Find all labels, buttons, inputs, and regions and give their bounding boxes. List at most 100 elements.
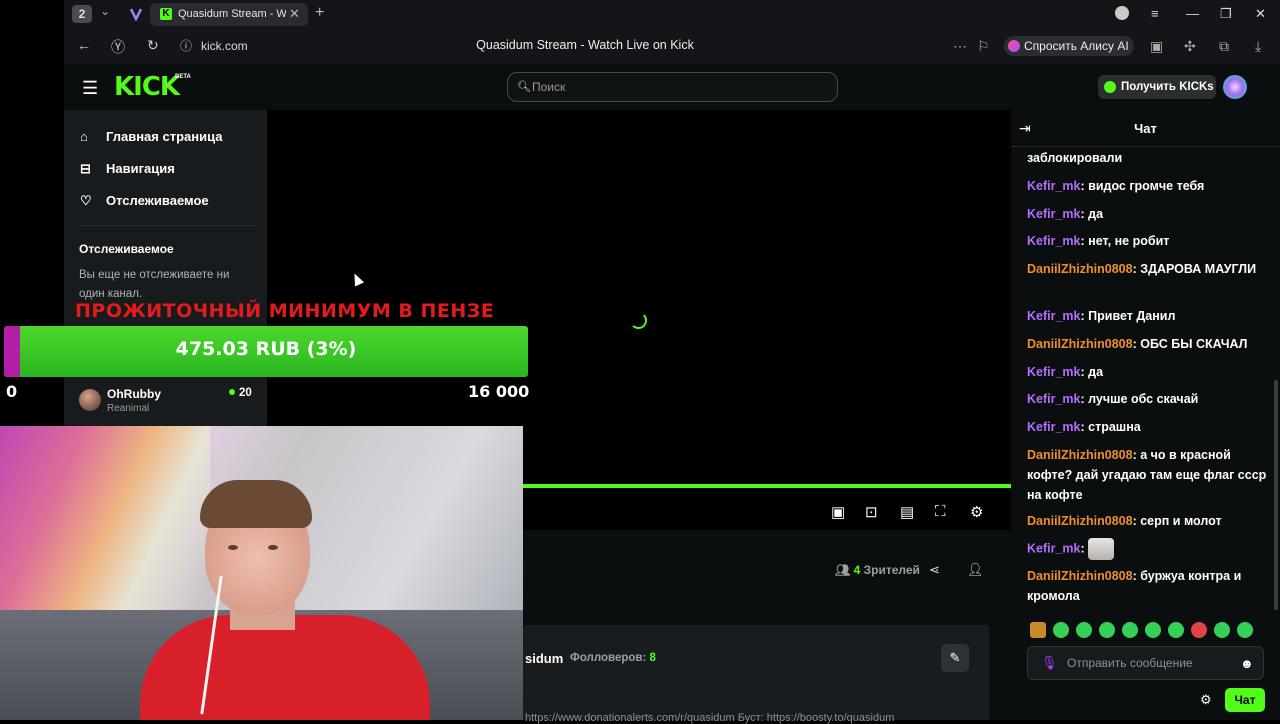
tabs-dropdown-icon[interactable]: ⌄ xyxy=(100,4,110,18)
settings-icon[interactable]: ⚙ xyxy=(970,503,983,521)
chat-message: DaniilZhizhin0808: ЗДАРОВА МАУГЛИ xyxy=(1027,262,1257,276)
kicks-icon xyxy=(1104,81,1116,93)
search-icon: 🔍︎ xyxy=(517,81,531,93)
followers-count: Фолловеров: 8 xyxy=(570,652,656,664)
emoji-icon[interactable]: ☻ xyxy=(1240,656,1254,671)
home-icon: ⌂ xyxy=(80,129,88,144)
chat-username[interactable]: Kefir_mk xyxy=(1027,541,1081,555)
emote-icon[interactable] xyxy=(1030,622,1046,639)
puzzle-icon[interactable]: ✣ xyxy=(1184,38,1196,55)
collections-icon[interactable]: ⧉ xyxy=(1219,38,1229,55)
channel-bio: https://www.donationalerts.com/r/quasidu… xyxy=(525,712,895,724)
goal-min: 0 xyxy=(6,382,18,401)
message-text: нет, не робит xyxy=(1088,234,1170,248)
divider xyxy=(1011,146,1280,147)
new-tab-icon[interactable]: + xyxy=(315,4,324,22)
viewer-count: 20 xyxy=(239,387,252,399)
reload-icon[interactable]: ↻ xyxy=(147,37,159,54)
compass-icon: ⊟ xyxy=(80,161,91,176)
chat-username[interactable]: Kefir_mk xyxy=(1027,365,1081,379)
kick-logo[interactable]: KICK xyxy=(114,72,180,102)
emote-icon[interactable] xyxy=(1145,622,1161,639)
microphone-icon[interactable]: 🎙︎ xyxy=(1041,655,1058,671)
chat-username[interactable]: Kefir_mk xyxy=(1027,234,1081,248)
chat-username[interactable]: DaniilZhizhin0808 xyxy=(1027,514,1133,528)
sidebar-item-home[interactable]: ⌂ Главная страница xyxy=(80,129,222,144)
channel-name-title[interactable]: sidum xyxy=(525,651,563,666)
tab-count-badge[interactable]: 2 xyxy=(72,5,92,23)
miniplayer-icon[interactable]: ▣ xyxy=(831,503,845,521)
avatar[interactable] xyxy=(1223,75,1247,99)
channel-category: Reanimal xyxy=(107,403,150,414)
send-chat-button[interactable]: Чат xyxy=(1225,688,1265,712)
chat-message: Kefir_mk: видос громче тебя xyxy=(1027,179,1205,193)
chat-username[interactable]: DaniilZhizhin0808 xyxy=(1027,262,1133,276)
back-icon[interactable]: ← xyxy=(77,37,91,53)
alisa-button[interactable]: Спросить Алису AI xyxy=(1004,36,1134,56)
sidebar-item-browse[interactable]: ⊟ Навигация xyxy=(80,161,175,177)
download-icon[interactable]: ⤓ xyxy=(1255,38,1261,55)
close-window-icon[interactable]: ✕ xyxy=(1255,6,1266,22)
channel-name[interactable]: OhRubby xyxy=(107,387,161,401)
edit-button[interactable]: ✎ xyxy=(941,644,969,672)
close-tab-icon[interactable]: ✕ xyxy=(289,6,300,22)
message-text: заблокировали xyxy=(1027,151,1123,165)
chat-username[interactable]: Kefir_mk xyxy=(1027,420,1081,434)
message-text: видос громче тебя xyxy=(1088,179,1205,193)
chat-settings-icon[interactable]: ⚙ xyxy=(1200,692,1212,708)
chat-username[interactable]: Kefir_mk xyxy=(1027,392,1081,406)
site-info-icon[interactable]: ⓘ xyxy=(180,37,192,54)
kick-favicon-icon: K xyxy=(160,8,172,20)
sidebar-item-following[interactable]: ♡ Отслеживаемое xyxy=(80,193,209,209)
emote-icon[interactable] xyxy=(1214,622,1230,639)
chat-scrollbar[interactable] xyxy=(1274,380,1278,610)
sidebar-item-label: Навигация xyxy=(106,161,175,176)
live-dot-icon xyxy=(229,389,235,395)
pinned-tab-icon[interactable] xyxy=(129,7,143,22)
webcam-person-body xyxy=(140,615,430,720)
emote-icon[interactable] xyxy=(1053,622,1069,639)
chat-username[interactable]: Kefir_mk xyxy=(1027,309,1081,323)
video-progress-bar[interactable] xyxy=(523,484,1011,488)
bookmark-icon[interactable]: ⚐ xyxy=(977,38,990,55)
channel-viewers: 20 xyxy=(229,387,252,399)
chat-message: Kefir_mk: да xyxy=(1027,207,1104,221)
share-icon[interactable]: ⋖ xyxy=(929,562,940,578)
goal-amount: 475.03 RUB (3%) xyxy=(175,338,357,360)
chat-input-placeholder: Отправить сообщение xyxy=(1067,656,1193,670)
emote-icon[interactable] xyxy=(1237,622,1253,639)
clip-icon[interactable]: ▤ xyxy=(900,503,914,521)
goal-title: ПРОЖИТОЧНЫЙ МИНИМУМ В ПЕНЗЕ xyxy=(75,300,495,322)
follow-user-icon[interactable]: 👤︎ xyxy=(967,562,984,578)
emote-icon[interactable] xyxy=(1191,622,1207,639)
chat-message: Kefir_mk: да xyxy=(1027,365,1104,379)
downloads-indicator-icon[interactable] xyxy=(1115,6,1129,20)
emote-icon[interactable] xyxy=(1122,622,1138,639)
chat-username[interactable]: Kefir_mk xyxy=(1027,179,1081,193)
yandex-icon[interactable]: Ⓨ xyxy=(111,37,125,57)
viewers-label: Зрителей xyxy=(863,563,920,577)
theater-mode-icon[interactable]: ⊡ xyxy=(865,503,878,521)
pencil-icon: ✎ xyxy=(949,650,961,665)
maximize-icon[interactable]: ❐ xyxy=(1220,6,1232,22)
emote-icon[interactable] xyxy=(1168,622,1184,639)
chat-username[interactable]: DaniilZhizhin0808 xyxy=(1027,448,1133,462)
emote-icon[interactable] xyxy=(1076,622,1092,639)
message-text: да xyxy=(1088,365,1104,379)
url-field[interactable]: kick.com xyxy=(201,39,248,53)
chat-username[interactable]: DaniilZhizhin0808 xyxy=(1027,337,1133,351)
emote-icon[interactable] xyxy=(1099,622,1115,639)
channel-avatar[interactable] xyxy=(79,389,101,411)
extension-icon[interactable]: ▣ xyxy=(1150,38,1163,55)
fullscreen-icon[interactable]: ⛶ xyxy=(935,503,946,520)
message-text: страшна xyxy=(1088,420,1141,434)
chat-username[interactable]: Kefir_mk xyxy=(1027,207,1081,221)
hamburger-icon[interactable]: ☰ xyxy=(82,78,98,99)
menu-icon[interactable]: ≡ xyxy=(1151,6,1159,21)
minimize-icon[interactable]: — xyxy=(1186,6,1199,21)
chat-username[interactable]: DaniilZhizhin0808 xyxy=(1027,569,1133,583)
following-note: Вы еще не отслеживаете ни один канал. xyxy=(79,269,230,300)
webcam-eye xyxy=(228,545,238,550)
more-icon[interactable]: ⋯ xyxy=(953,38,967,55)
goal-max: 16 000 xyxy=(468,382,530,401)
